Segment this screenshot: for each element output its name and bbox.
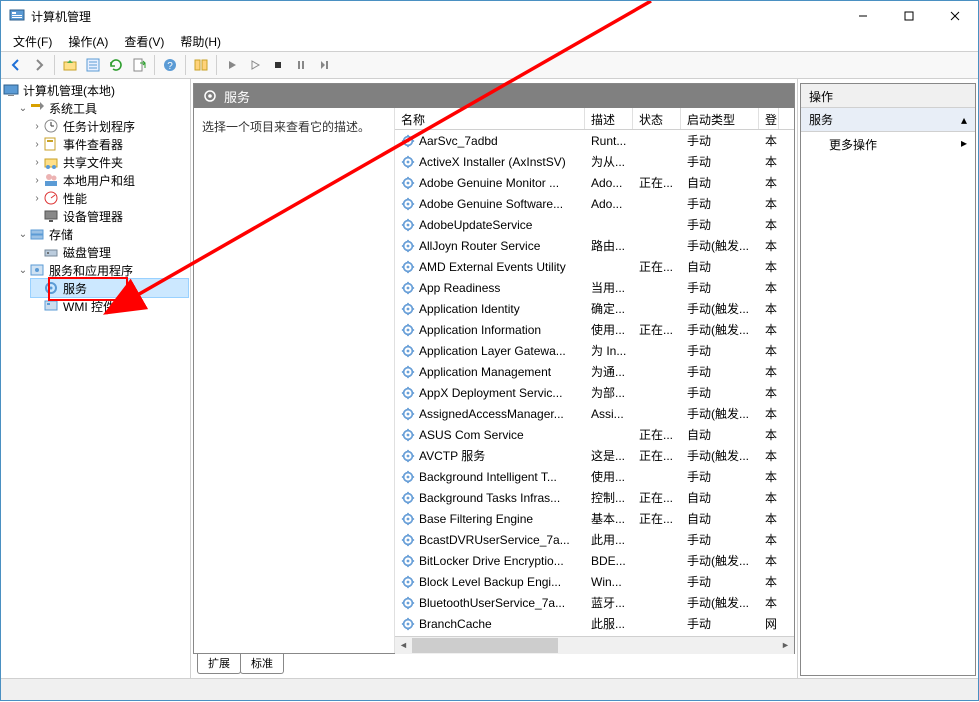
chevron-right-icon: ▸ — [961, 136, 967, 150]
tree-event-viewer[interactable]: ›事件查看器 — [31, 135, 188, 153]
actions-header: 操作 — [801, 84, 975, 108]
toolbar: ? — [1, 51, 978, 79]
restart-button[interactable] — [313, 54, 335, 76]
service-row[interactable]: AssignedAccessManager...Assi...手动(触发...本 — [395, 403, 794, 424]
services-title: 服务 — [224, 87, 250, 106]
nav-forward-button[interactable] — [28, 54, 50, 76]
play2-button[interactable] — [244, 54, 266, 76]
show-hide-button[interactable] — [190, 54, 212, 76]
tree-performance[interactable]: ›性能 — [31, 189, 188, 207]
service-row[interactable]: BluetoothUserService_7a...蓝牙...手动(触发...本 — [395, 592, 794, 613]
tree-services-apps[interactable]: ⌄服务和应用程序 — [17, 261, 188, 279]
col-name[interactable]: 名称 — [395, 108, 585, 129]
tab-standard[interactable]: 标准 — [240, 654, 284, 674]
col-start[interactable]: 启动类型 — [681, 108, 759, 129]
help-button[interactable]: ? — [159, 54, 181, 76]
tree-root[interactable]: 计算机管理(本地) — [3, 81, 188, 99]
service-row[interactable]: AppX Deployment Servic...为部...手动本 — [395, 382, 794, 403]
scroll-left-button[interactable]: ◄ — [395, 637, 412, 654]
service-row[interactable]: AdobeUpdateService手动本 — [395, 214, 794, 235]
service-row[interactable]: Base Filtering Engine基本...正在...自动本 — [395, 508, 794, 529]
minimize-button[interactable] — [840, 1, 886, 31]
tree-task-scheduler[interactable]: ›任务计划程序 — [31, 117, 188, 135]
service-row[interactable]: Adobe Genuine Software...Ado...手动本 — [395, 193, 794, 214]
up-level-button[interactable] — [59, 54, 81, 76]
horizontal-scrollbar[interactable]: ◄ ► — [395, 636, 794, 653]
tree-storage[interactable]: ⌄存储 — [17, 225, 188, 243]
gear-icon — [202, 88, 218, 104]
service-row[interactable]: Background Tasks Infras...控制...正在...自动本 — [395, 487, 794, 508]
description-prompt: 选择一个项目来查看它的描述。 — [202, 120, 370, 134]
scroll-right-button[interactable]: ► — [777, 637, 794, 654]
actions-more[interactable]: 更多操作 ▸ — [801, 132, 975, 157]
description-pane: 选择一个项目来查看它的描述。 — [194, 108, 394, 653]
properties-button[interactable] — [82, 54, 104, 76]
svg-text:?: ? — [167, 61, 173, 72]
services-header: 服务 — [194, 84, 794, 108]
actions-pane: 操作 服务 ▴ 更多操作 ▸ — [800, 83, 976, 676]
maximize-button[interactable] — [886, 1, 932, 31]
chevron-up-icon: ▴ — [961, 113, 967, 127]
service-row[interactable]: BitLocker Drive Encryptio...BDE...手动(触发.… — [395, 550, 794, 571]
services-list[interactable]: 名称 描述 状态 启动类型 登 AarSvc_7adbdRunt...手动本Ac… — [394, 108, 794, 653]
tree-local-users[interactable]: ›本地用户和组 — [31, 171, 188, 189]
service-row[interactable]: AllJoyn Router Service路由...手动(触发...本 — [395, 235, 794, 256]
service-row[interactable]: Block Level Backup Engi...Win...手动本 — [395, 571, 794, 592]
window-title: 计算机管理 — [31, 8, 840, 25]
refresh-button[interactable] — [105, 54, 127, 76]
console-tree[interactable]: 计算机管理(本地) ⌄系统工具 ›任务计划程序 ›事件查看器 ›共享文件夹 ›本… — [1, 79, 191, 678]
statusbar — [1, 678, 978, 700]
tree-system-tools[interactable]: ⌄系统工具 — [17, 99, 188, 117]
play-button[interactable] — [221, 54, 243, 76]
tree-services[interactable]: 服务 — [31, 279, 188, 297]
menu-view[interactable]: 查看(V) — [116, 31, 172, 52]
service-row[interactable]: Application Management为通...手动本 — [395, 361, 794, 382]
service-row[interactable]: BcastDVRUserService_7a...此用...手动本 — [395, 529, 794, 550]
stop-button[interactable] — [267, 54, 289, 76]
titlebar: 计算机管理 — [1, 1, 978, 31]
service-row[interactable]: Background Intelligent T...使用...手动本 — [395, 466, 794, 487]
service-row[interactable]: ASUS Com Service正在...自动本 — [395, 424, 794, 445]
menu-file[interactable]: 文件(F) — [5, 31, 60, 52]
close-button[interactable] — [932, 1, 978, 31]
tab-strip: 扩展 标准 — [193, 654, 795, 676]
service-row[interactable]: BranchCache此服...手动网 — [395, 613, 794, 634]
menubar: 文件(F) 操作(A) 查看(V) 帮助(H) — [1, 31, 978, 51]
tree-device-manager[interactable]: 设备管理器 — [31, 207, 188, 225]
pause-button[interactable] — [290, 54, 312, 76]
col-desc[interactable]: 描述 — [585, 108, 633, 129]
service-row[interactable]: AMD External Events Utility正在...自动本 — [395, 256, 794, 277]
export-button[interactable] — [128, 54, 150, 76]
menu-action[interactable]: 操作(A) — [60, 31, 116, 52]
service-row[interactable]: AVCTP 服务这是...正在...手动(触发...本 — [395, 445, 794, 466]
col-logon[interactable]: 登 — [759, 108, 779, 129]
service-row[interactable]: Adobe Genuine Monitor ...Ado...正在...自动本 — [395, 172, 794, 193]
app-icon — [9, 8, 25, 24]
service-row[interactable]: ActiveX Installer (AxInstSV)为从...手动本 — [395, 151, 794, 172]
service-row[interactable]: App Readiness当用...手动本 — [395, 277, 794, 298]
tab-extended[interactable]: 扩展 — [197, 654, 241, 674]
nav-back-button[interactable] — [5, 54, 27, 76]
tree-shared-folders[interactable]: ›共享文件夹 — [31, 153, 188, 171]
service-row[interactable]: Application Identity确定...手动(触发...本 — [395, 298, 794, 319]
actions-subheader[interactable]: 服务 ▴ — [801, 108, 975, 132]
service-row[interactable]: AarSvc_7adbdRunt...手动本 — [395, 130, 794, 151]
tree-disk-mgmt[interactable]: 磁盘管理 — [31, 243, 188, 261]
service-row[interactable]: Application Layer Gatewa...为 In...手动本 — [395, 340, 794, 361]
service-row[interactable]: Application Information使用...正在...手动(触发..… — [395, 319, 794, 340]
list-header[interactable]: 名称 描述 状态 启动类型 登 — [395, 108, 794, 130]
tree-wmi[interactable]: WMI 控件 — [31, 297, 188, 315]
menu-help[interactable]: 帮助(H) — [172, 31, 229, 52]
col-status[interactable]: 状态 — [633, 108, 681, 129]
